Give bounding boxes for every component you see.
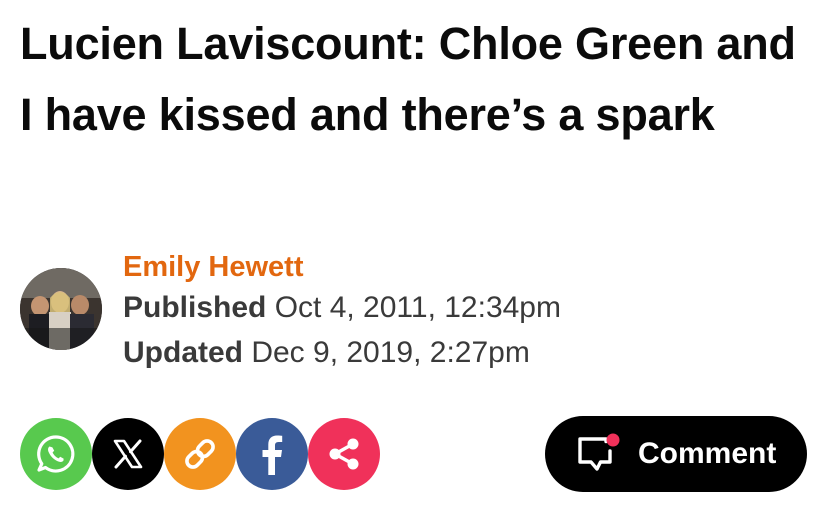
share-link-button[interactable] [164,418,236,490]
share-whatsapp-button[interactable] [20,418,92,490]
facebook-icon [262,435,283,475]
link-icon [185,439,215,469]
article-headline: Lucien Laviscount: Chloe Green and I hav… [20,18,796,140]
updated-value: Dec 9, 2019, 2:27pm [243,336,530,369]
updated-label: Updated [123,336,243,369]
share-buttons [20,418,390,490]
share-more-button[interactable] [308,418,380,490]
author-name-link[interactable]: Emily Hewett [123,250,304,284]
byline: Emily Hewett Published Oct 4, 2011, 12:3… [20,250,720,380]
published-value: Oct 4, 2011, 12:34pm [266,291,561,324]
x-icon [113,439,143,469]
share-facebook-button[interactable] [236,418,308,490]
whatsapp-icon [37,435,75,473]
comment-notification-dot [606,433,620,447]
share-x-button[interactable] [92,418,164,490]
comment-button-label: Comment [638,437,777,470]
author-avatar[interactable] [20,268,102,350]
published-date: Published Oct 4, 2011, 12:34pm [123,290,561,326]
comment-button[interactable]: Comment [545,416,807,492]
updated-date: Updated Dec 9, 2019, 2:27pm [123,335,530,371]
published-label: Published [123,291,267,324]
share-icon [329,438,359,470]
comment-bubble-icon [578,433,620,471]
author-photo-icon [20,268,102,350]
